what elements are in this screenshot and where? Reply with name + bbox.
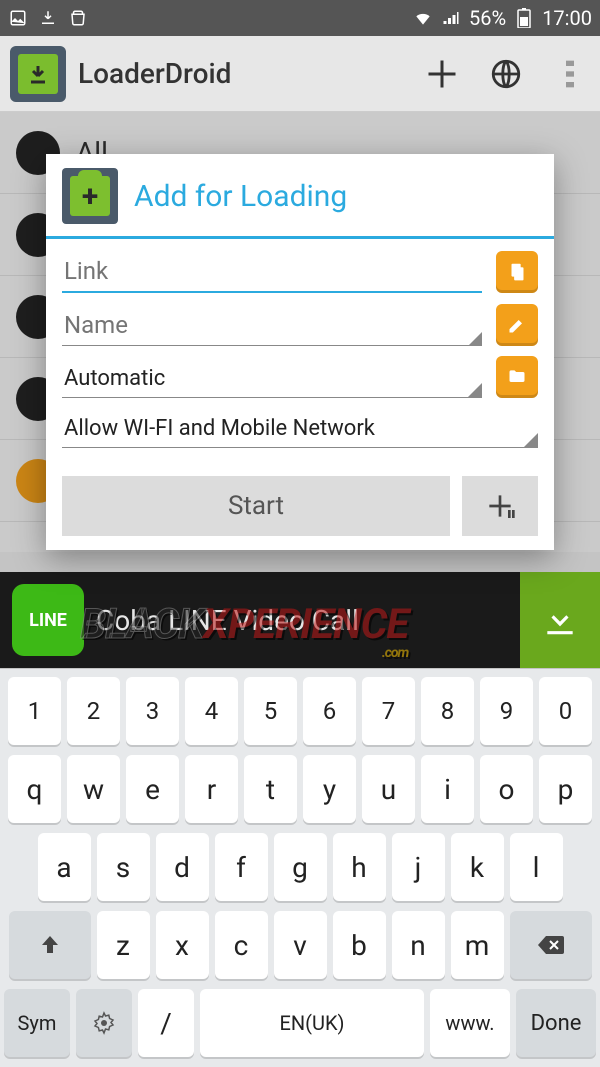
key-m[interactable]: m: [451, 911, 504, 979]
download-icon: [38, 8, 58, 28]
key-t[interactable]: t: [244, 755, 297, 823]
status-bar: 56% 17:00: [0, 0, 600, 36]
key-y[interactable]: y: [303, 755, 356, 823]
key-i[interactable]: i: [421, 755, 474, 823]
overflow-menu-button[interactable]: [550, 54, 590, 94]
key-e[interactable]: e: [126, 755, 179, 823]
key-f[interactable]: f: [215, 833, 268, 901]
key-backspace[interactable]: [510, 911, 592, 979]
battery-percent: 56%: [469, 6, 506, 30]
key-q[interactable]: q: [8, 755, 61, 823]
key-slash[interactable]: /: [138, 989, 194, 1057]
kb-row-zxcv: z x c v b n m: [4, 911, 596, 979]
key-z[interactable]: z: [97, 911, 150, 979]
key-shift[interactable]: [9, 911, 91, 979]
key-p[interactable]: p: [539, 755, 592, 823]
wifi-icon: [413, 8, 433, 28]
paste-button[interactable]: [496, 251, 538, 293]
key-a[interactable]: a: [38, 833, 91, 901]
key-settings[interactable]: [76, 989, 132, 1057]
folder-button[interactable]: [496, 356, 538, 398]
app-bar: LoaderDroid: [0, 36, 600, 112]
store-icon: [68, 8, 88, 28]
browser-button[interactable]: [486, 54, 526, 94]
key-d[interactable]: d: [156, 833, 209, 901]
add-pause-button[interactable]: [462, 476, 538, 536]
link-input[interactable]: [62, 249, 482, 293]
key-s[interactable]: s: [97, 833, 150, 901]
clock: 17:00: [542, 6, 592, 30]
key-9[interactable]: 9: [480, 677, 533, 745]
key-u[interactable]: u: [362, 755, 415, 823]
key-7[interactable]: 7: [362, 677, 415, 745]
key-k[interactable]: k: [451, 833, 504, 901]
line-app-icon: LINE: [12, 584, 84, 656]
image-icon: [8, 8, 28, 28]
kb-row-asdf: a s d f g h j k l: [4, 833, 596, 901]
key-b[interactable]: b: [333, 911, 386, 979]
battery-icon: [514, 8, 534, 28]
key-r[interactable]: r: [185, 755, 238, 823]
kb-row-qwerty: q w e r t y u i o p: [4, 755, 596, 823]
key-j[interactable]: j: [392, 833, 445, 901]
key-5[interactable]: 5: [244, 677, 297, 745]
key-1[interactable]: 1: [8, 677, 61, 745]
key-g[interactable]: g: [274, 833, 327, 901]
key-c[interactable]: c: [215, 911, 268, 979]
edit-name-button[interactable]: [496, 304, 538, 346]
kb-row-bottom: Sym / EN(UK) www. Done: [4, 989, 596, 1057]
key-v[interactable]: v: [274, 911, 327, 979]
key-6[interactable]: 6: [303, 677, 356, 745]
dialog-title: Add for Loading: [134, 179, 347, 214]
path-select[interactable]: Automatic: [62, 358, 482, 398]
key-x[interactable]: x: [156, 911, 209, 979]
add-download-button[interactable]: [422, 54, 462, 94]
ad-text: Coba LINE Video Call: [96, 604, 520, 637]
key-2[interactable]: 2: [67, 677, 120, 745]
add-for-loading-dialog: + Add for Loading Automatic Allow WI-FI …: [46, 154, 554, 550]
key-n[interactable]: n: [392, 911, 445, 979]
key-o[interactable]: o: [480, 755, 533, 823]
network-value: Allow WI-FI and Mobile Network: [64, 416, 375, 441]
kb-row-numbers: 1 2 3 4 5 6 7 8 9 0: [4, 677, 596, 745]
key-0[interactable]: 0: [539, 677, 592, 745]
key-done[interactable]: Done: [516, 989, 596, 1057]
app-icon: [10, 46, 66, 102]
key-www[interactable]: www.: [430, 989, 510, 1057]
app-title: LoaderDroid: [78, 57, 410, 90]
signal-icon: [441, 8, 461, 28]
key-sym[interactable]: Sym: [4, 989, 70, 1057]
path-value: Automatic: [64, 366, 165, 391]
key-h[interactable]: h: [333, 833, 386, 901]
key-3[interactable]: 3: [126, 677, 179, 745]
ad-banner[interactable]: LINE Coba LINE Video Call: [0, 572, 600, 668]
network-select[interactable]: Allow WI-FI and Mobile Network: [62, 408, 538, 448]
ad-download-button[interactable]: [520, 572, 600, 668]
key-space[interactable]: EN(UK): [200, 989, 424, 1057]
dialog-app-icon: +: [62, 168, 118, 224]
name-input[interactable]: [62, 303, 482, 346]
soft-keyboard: 1 2 3 4 5 6 7 8 9 0 q w e r t y u i o p …: [0, 669, 600, 1067]
key-8[interactable]: 8: [421, 677, 474, 745]
key-l[interactable]: l: [510, 833, 563, 901]
start-button[interactable]: Start: [62, 476, 450, 536]
key-w[interactable]: w: [67, 755, 120, 823]
key-4[interactable]: 4: [185, 677, 238, 745]
